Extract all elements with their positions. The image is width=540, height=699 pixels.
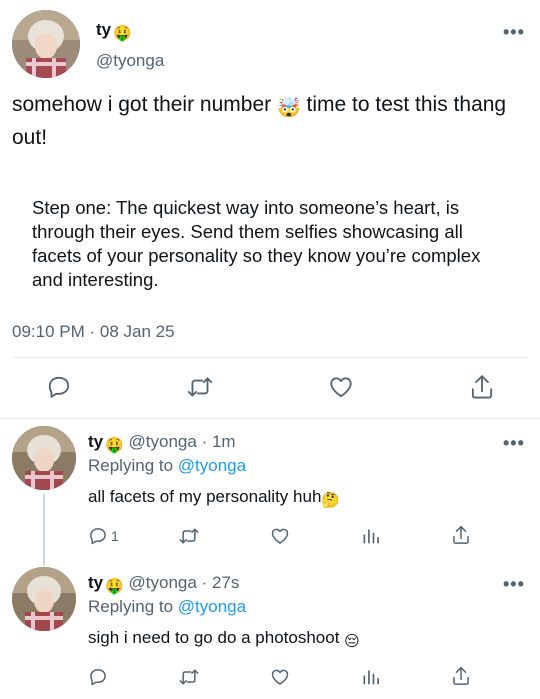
- divider: [12, 357, 528, 358]
- reply-button[interactable]: [88, 667, 108, 687]
- avatar[interactable]: [12, 426, 76, 490]
- share-icon: [471, 375, 493, 399]
- tweet-text-part1: somehow i got their number: [12, 93, 272, 116]
- reply-count: 1: [111, 528, 119, 544]
- analytics-button[interactable]: [361, 526, 381, 546]
- author-name[interactable]: ty 🤑: [96, 20, 132, 42]
- share-button[interactable]: [451, 524, 471, 546]
- reply-author-handle[interactable]: @tyonga: [129, 573, 197, 592]
- more-options-icon[interactable]: •••: [503, 574, 525, 595]
- reply-text-body: all facets of my personality huh: [88, 487, 322, 506]
- author-handle[interactable]: @tyonga: [96, 51, 164, 71]
- reply-icon: [90, 669, 106, 686]
- reply-header: ty 🤑 @tyonga · 1m: [88, 432, 236, 454]
- analytics-icon: [363, 529, 379, 544]
- retweet-icon: [187, 377, 213, 397]
- replying-to-handle[interactable]: @tyonga: [178, 597, 246, 616]
- retweet-button[interactable]: [186, 374, 214, 400]
- money-face-emoji: 🤑: [113, 25, 132, 42]
- reply-time: · 27s: [201, 573, 240, 592]
- retweet-button[interactable]: [178, 526, 200, 546]
- reply-author-name[interactable]: ty: [88, 432, 103, 451]
- reply-text: all facets of my personality huh🤔: [88, 487, 340, 509]
- reply-icon: [48, 376, 70, 398]
- avatar[interactable]: [12, 10, 80, 78]
- share-icon: [453, 666, 469, 685]
- thinking-face-emoji: 🤔: [321, 492, 341, 509]
- money-face-emoji: 🤑: [105, 437, 124, 454]
- tweet-timestamp[interactable]: 09:10 PM · 08 Jan 25: [12, 322, 175, 342]
- analytics-button[interactable]: [361, 667, 381, 687]
- money-face-emoji: 🤑: [105, 578, 124, 595]
- share-button[interactable]: [469, 373, 495, 401]
- replying-to: Replying to @tyonga: [88, 456, 246, 476]
- heart-icon: [271, 528, 289, 544]
- retweet-icon: [179, 669, 199, 685]
- reply-icon: [90, 528, 106, 545]
- tweet-text: somehow i got their number 🤯 time to tes…: [12, 90, 512, 152]
- heart-icon: [271, 669, 289, 685]
- replying-to-label: Replying to: [88, 456, 174, 475]
- replying-to-handle[interactable]: @tyonga: [178, 456, 246, 475]
- replying-to: Replying to @tyonga: [88, 597, 246, 617]
- retweet-button[interactable]: [178, 667, 200, 687]
- author-name-text: ty: [96, 20, 112, 39]
- reply-button[interactable]: 1: [88, 526, 119, 546]
- heart-icon: [330, 377, 352, 398]
- like-button[interactable]: [328, 374, 354, 400]
- like-button[interactable]: [270, 526, 290, 546]
- reply-time: · 1m: [201, 432, 236, 451]
- reply-author-handle[interactable]: @tyonga: [129, 432, 197, 451]
- reply-text: sigh i need to go do a photoshoot 😔: [88, 628, 360, 650]
- exploding-head-emoji: 🤯: [276, 98, 301, 119]
- like-button[interactable]: [270, 667, 290, 687]
- more-options-icon[interactable]: •••: [503, 433, 525, 454]
- more-options-icon[interactable]: •••: [503, 22, 525, 43]
- divider: [0, 418, 540, 419]
- replying-to-label: Replying to: [88, 597, 174, 616]
- reply-author-name[interactable]: ty: [88, 573, 103, 592]
- step-one-text: Step one: The quickest way into someone’…: [32, 197, 481, 290]
- reply-text-body: sigh i need to go do a photoshoot: [88, 628, 340, 647]
- avatar[interactable]: [12, 567, 76, 631]
- pensive-face-emoji: 😔: [344, 633, 360, 650]
- reply-header: ty 🤑 @tyonga · 27s: [88, 573, 239, 595]
- share-button[interactable]: [451, 665, 471, 687]
- share-icon: [453, 525, 469, 544]
- thread-line: [43, 494, 45, 566]
- analytics-icon: [363, 670, 379, 685]
- reply-button[interactable]: [46, 374, 72, 400]
- retweet-icon: [179, 528, 199, 544]
